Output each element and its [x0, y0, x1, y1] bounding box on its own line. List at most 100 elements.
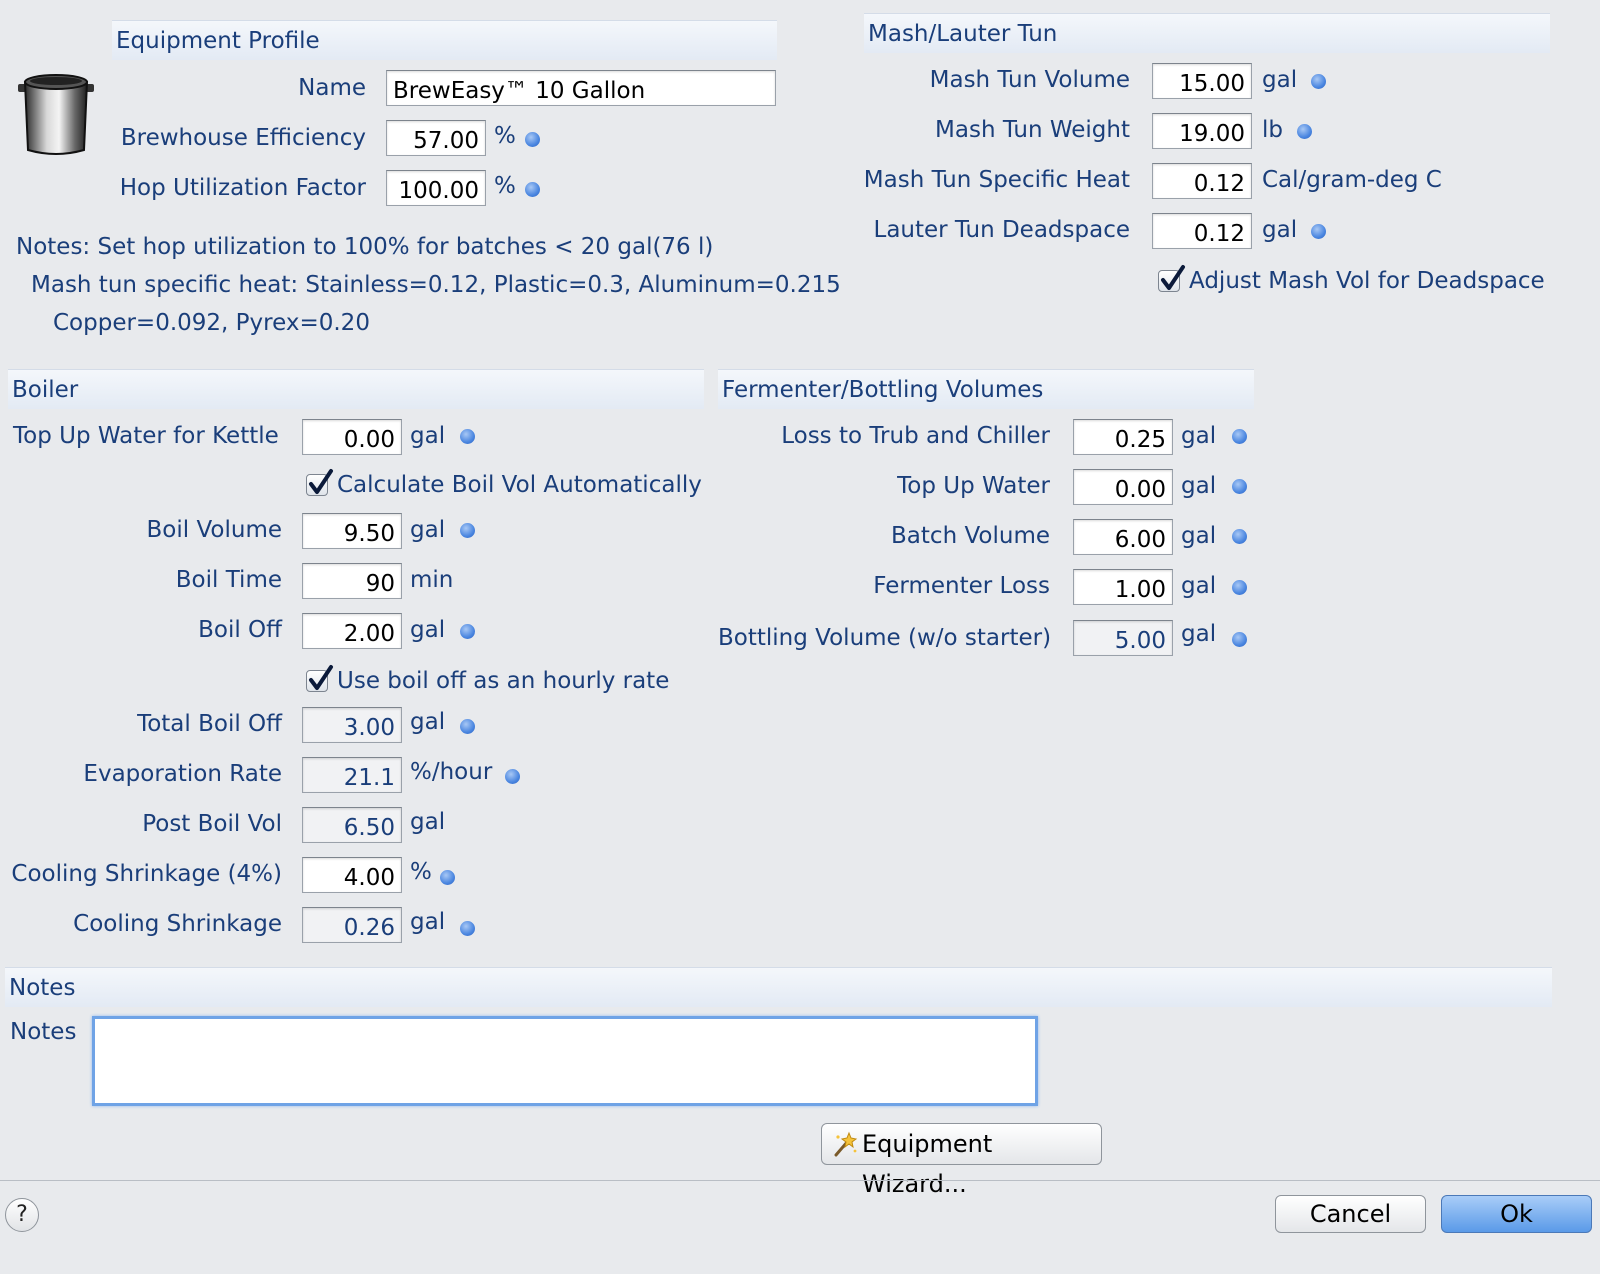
cooling-shrinkage-pct-unit: % [410, 859, 432, 885]
checkmark-icon [309, 469, 333, 494]
cooling-shrinkage-info-icon[interactable] [460, 921, 475, 936]
batch-volume-input[interactable]: 6.00 [1073, 519, 1173, 555]
batch-volume-label: Batch Volume [891, 523, 1050, 549]
boil-time-input[interactable]: 90 [302, 563, 402, 599]
adjust-mash-vol-label: Adjust Mash Vol for Deadspace [1189, 268, 1545, 294]
lauter-tun-deadspace-label: Lauter Tun Deadspace [873, 217, 1130, 243]
fermenter-top-up-input[interactable]: 0.00 [1073, 469, 1173, 505]
boil-volume-label: Boil Volume [146, 517, 282, 543]
notes-hint-3: Copper=0.092, Pyrex=0.20 [53, 310, 370, 336]
fermenter-top-up-label: Top Up Water [897, 473, 1050, 499]
boil-volume-unit: gal [410, 517, 446, 543]
hourly-rate-label: Use boil off as an hourly rate [337, 668, 670, 694]
notes-hint-2: Mash tun specific heat: Stainless=0.12, … [31, 272, 841, 298]
hourly-rate-checkbox[interactable] [306, 665, 333, 692]
mash-tun-weight-info-icon[interactable] [1297, 124, 1312, 139]
checkmark-icon [1161, 265, 1185, 290]
fermenter-header: Fermenter/Bottling Volumes [718, 369, 1254, 409]
equipment-profile-header: Equipment Profile [112, 20, 777, 60]
boil-off-unit: gal [410, 617, 446, 643]
lauter-tun-deadspace-info-icon[interactable] [1311, 224, 1326, 239]
lauter-tun-deadspace-input[interactable]: 0.12 [1152, 213, 1252, 249]
notes-header: Notes [5, 967, 1552, 1007]
hop-utilization-unit: % [494, 173, 516, 199]
checkmark-icon [309, 665, 333, 690]
mash-tun-weight-unit: lb [1262, 117, 1283, 143]
boil-off-label: Boil Off [198, 617, 282, 643]
cooling-shrinkage-pct-info-icon[interactable] [440, 870, 455, 885]
loss-trub-info-icon[interactable] [1232, 429, 1247, 444]
pot-icon [18, 70, 94, 158]
mash-tun-volume-label: Mash Tun Volume [929, 67, 1130, 93]
cooling-shrinkage-pct-input[interactable]: 4.00 [302, 857, 402, 893]
brewhouse-efficiency-info-icon[interactable] [525, 132, 540, 147]
fermenter-loss-label: Fermenter Loss [873, 573, 1050, 599]
brewhouse-efficiency-label: Brewhouse Efficiency [120, 125, 366, 151]
mash-tun-volume-info-icon[interactable] [1311, 74, 1326, 89]
fermenter-top-up-info-icon[interactable] [1232, 479, 1247, 494]
top-up-water-kettle-label: Top Up Water for Kettle [13, 423, 279, 449]
brewhouse-efficiency-input[interactable]: 57.00 [386, 120, 486, 156]
batch-volume-unit: gal [1181, 523, 1217, 549]
total-boil-off-unit: gal [410, 709, 446, 735]
top-up-water-kettle-input[interactable]: 0.00 [302, 419, 402, 455]
cooling-shrinkage-unit: gal [410, 909, 446, 935]
ok-button[interactable]: Ok [1441, 1195, 1592, 1233]
mash-lauter-header: Mash/Lauter Tun [864, 13, 1550, 53]
boil-volume-input[interactable]: 9.50 [302, 513, 402, 549]
boil-time-unit: min [410, 567, 454, 593]
total-boil-off-value: 3.00 [302, 707, 402, 743]
hop-utilization-input[interactable]: 100.00 [386, 170, 486, 206]
post-boil-vol-value: 6.50 [302, 807, 402, 843]
calc-boil-vol-checkbox[interactable] [306, 469, 333, 496]
loss-trub-unit: gal [1181, 423, 1217, 449]
calc-boil-vol-label: Calculate Boil Vol Automatically [337, 472, 702, 498]
equipment-wizard-button[interactable]: Equipment Wizard... [821, 1123, 1102, 1198]
loss-trub-label: Loss to Trub and Chiller [781, 423, 1050, 449]
top-up-water-kettle-info-icon[interactable] [460, 429, 475, 444]
brewhouse-efficiency-unit: % [494, 123, 516, 149]
hop-utilization-info-icon[interactable] [525, 182, 540, 197]
bottling-volume-value: 5.00 [1073, 620, 1173, 656]
mash-tun-specific-heat-input[interactable]: 0.12 [1152, 163, 1252, 199]
hop-utilization-label: Hop Utilization Factor [119, 175, 366, 201]
help-button[interactable]: ? [5, 1198, 39, 1232]
notes-textarea[interactable] [92, 1016, 1038, 1106]
notes-hint-1: Notes: Set hop utilization to 100% for b… [16, 234, 714, 260]
fermenter-loss-input[interactable]: 1.00 [1073, 569, 1173, 605]
boil-volume-info-icon[interactable] [460, 523, 475, 538]
evaporation-rate-label: Evaporation Rate [83, 761, 282, 787]
cooling-shrinkage-label: Cooling Shrinkage [73, 911, 282, 937]
batch-volume-info-icon[interactable] [1232, 529, 1247, 544]
mash-tun-weight-label: Mash Tun Weight [935, 117, 1130, 143]
mash-tun-volume-unit: gal [1262, 67, 1298, 93]
evaporation-rate-info-icon[interactable] [505, 769, 520, 784]
mash-tun-specific-heat-unit: Cal/gram-deg C [1262, 167, 1442, 193]
evaporation-rate-value: 21.1 [302, 757, 402, 793]
mash-tun-volume-input[interactable]: 15.00 [1152, 63, 1252, 99]
fermenter-top-up-unit: gal [1181, 473, 1217, 499]
top-up-water-kettle-unit: gal [410, 423, 446, 449]
cooling-shrinkage-pct-label: Cooling Shrinkage (4%) [11, 861, 282, 887]
evaporation-rate-unit: %/hour [410, 759, 493, 785]
loss-trub-input[interactable]: 0.25 [1073, 419, 1173, 455]
fermenter-loss-unit: gal [1181, 573, 1217, 599]
name-label: Name [298, 75, 366, 101]
total-boil-off-label: Total Boil Off [137, 711, 282, 737]
fermenter-loss-info-icon[interactable] [1232, 580, 1247, 595]
boil-time-label: Boil Time [175, 567, 282, 593]
bottom-divider [0, 1180, 1600, 1181]
post-boil-vol-unit: gal [410, 809, 446, 835]
name-input[interactable]: BrewEasy™ 10 Gallon [386, 70, 776, 106]
cancel-button[interactable]: Cancel [1275, 1195, 1426, 1233]
equipment-wizard-label: Equipment Wizard... [862, 1130, 993, 1198]
magic-wand-icon [834, 1131, 858, 1157]
bottling-volume-info-icon[interactable] [1232, 632, 1247, 647]
adjust-mash-vol-checkbox[interactable] [1158, 265, 1185, 292]
help-icon: ? [16, 1202, 28, 1227]
boil-off-input[interactable]: 2.00 [302, 613, 402, 649]
total-boil-off-info-icon[interactable] [460, 719, 475, 734]
mash-tun-weight-input[interactable]: 19.00 [1152, 113, 1252, 149]
notes-label: Notes [10, 1019, 77, 1045]
boil-off-info-icon[interactable] [460, 624, 475, 639]
